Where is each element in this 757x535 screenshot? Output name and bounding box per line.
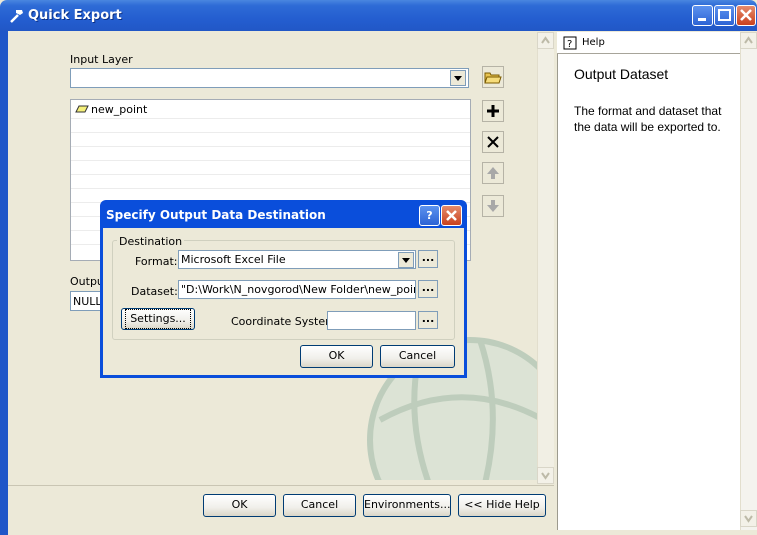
format-select[interactable]: Microsoft Excel File — [178, 250, 416, 269]
coordinate-system-label: Coordinate System: — [231, 315, 340, 328]
hammer-icon — [8, 7, 26, 25]
chevron-down-icon — [744, 515, 753, 523]
help-scroll-down-button[interactable] — [740, 510, 757, 527]
help-header[interactable]: ? Help — [557, 32, 740, 54]
help-icon: ? — [563, 36, 577, 50]
help-body: The format and dataset that the data wil… — [574, 104, 722, 134]
help-scroll-up-button[interactable] — [740, 32, 757, 49]
list-row-empty — [71, 133, 470, 147]
chevron-up-icon — [744, 36, 753, 44]
close-button[interactable] — [736, 5, 756, 26]
window-title: Quick Export — [28, 8, 122, 23]
dataset-value: "D:\Work\N_novgorod\New Folder\new_point… — [181, 283, 416, 296]
chevron-up-icon — [541, 36, 550, 44]
chevron-down-icon[interactable] — [450, 70, 466, 86]
move-up-button[interactable] — [482, 162, 504, 184]
output-value: NULL — [73, 295, 102, 308]
close-icon — [740, 9, 752, 21]
move-up-icon — [487, 167, 499, 179]
list-row-empty — [71, 161, 470, 175]
format-label: Format: — [135, 255, 178, 268]
scroll-up-button[interactable] — [537, 32, 554, 49]
dialog-help-button[interactable]: ? — [419, 205, 440, 226]
move-down-button[interactable] — [482, 195, 504, 217]
format-value: Microsoft Excel File — [181, 253, 286, 266]
question-icon: ? — [426, 209, 433, 222]
list-row-empty — [71, 175, 470, 189]
open-folder-button[interactable] — [482, 66, 504, 88]
help-scrollbar[interactable] — [740, 32, 757, 530]
close-icon — [446, 210, 457, 221]
destination-group-label: Destination — [117, 235, 185, 248]
hide-help-button[interactable]: << Hide Help — [458, 494, 546, 517]
settings-button[interactable]: Settings... — [121, 308, 195, 330]
window-border-left — [0, 31, 8, 535]
input-layer-combobox[interactable] — [70, 68, 469, 88]
dialog-cancel-button[interactable]: Cancel — [380, 345, 455, 368]
scroll-down-button[interactable] — [537, 467, 554, 484]
polygon-layer-icon — [75, 105, 89, 113]
list-row-empty — [71, 119, 470, 133]
cancel-button[interactable]: Cancel — [283, 494, 356, 517]
svg-text:?: ? — [567, 39, 572, 50]
add-button[interactable] — [482, 100, 504, 122]
dialog-title: Specify Output Data Destination — [106, 208, 326, 222]
remove-button[interactable] — [482, 131, 504, 153]
minimize-icon — [698, 18, 706, 21]
dataset-label: Dataset: — [131, 285, 178, 298]
dialog-ok-button[interactable]: OK — [300, 345, 373, 368]
main-scrollbar[interactable] — [537, 32, 554, 484]
coordinate-system-browse-button[interactable]: ... — [418, 311, 438, 329]
maximize-icon — [718, 9, 731, 21]
chevron-down-icon — [541, 472, 550, 480]
help-header-label: Help — [582, 37, 605, 48]
remove-icon — [487, 136, 499, 148]
list-item[interactable]: new_point — [71, 100, 470, 119]
list-row-empty — [71, 147, 470, 161]
minimize-button[interactable] — [692, 5, 713, 26]
format-browse-button[interactable]: ... — [418, 250, 438, 268]
maximize-button[interactable] — [714, 5, 735, 26]
environments-button[interactable]: Environments... — [363, 494, 451, 517]
chevron-down-icon[interactable] — [398, 252, 414, 268]
ok-button[interactable]: OK — [203, 494, 276, 517]
move-down-icon — [487, 200, 499, 212]
output-label: Outpu — [70, 275, 104, 288]
help-title: Output Dataset — [574, 66, 669, 82]
input-layer-label: Input Layer — [70, 53, 133, 66]
coordinate-system-input[interactable] — [327, 311, 416, 330]
settings-button-label: Settings... — [125, 309, 191, 329]
add-icon — [487, 105, 499, 117]
dataset-browse-button[interactable]: ... — [418, 280, 438, 298]
list-item-label: new_point — [91, 102, 148, 116]
dialog-close-button[interactable] — [441, 205, 462, 226]
open-folder-icon — [484, 72, 502, 84]
dataset-input[interactable]: "D:\Work\N_novgorod\New Folder\new_point… — [178, 280, 416, 299]
